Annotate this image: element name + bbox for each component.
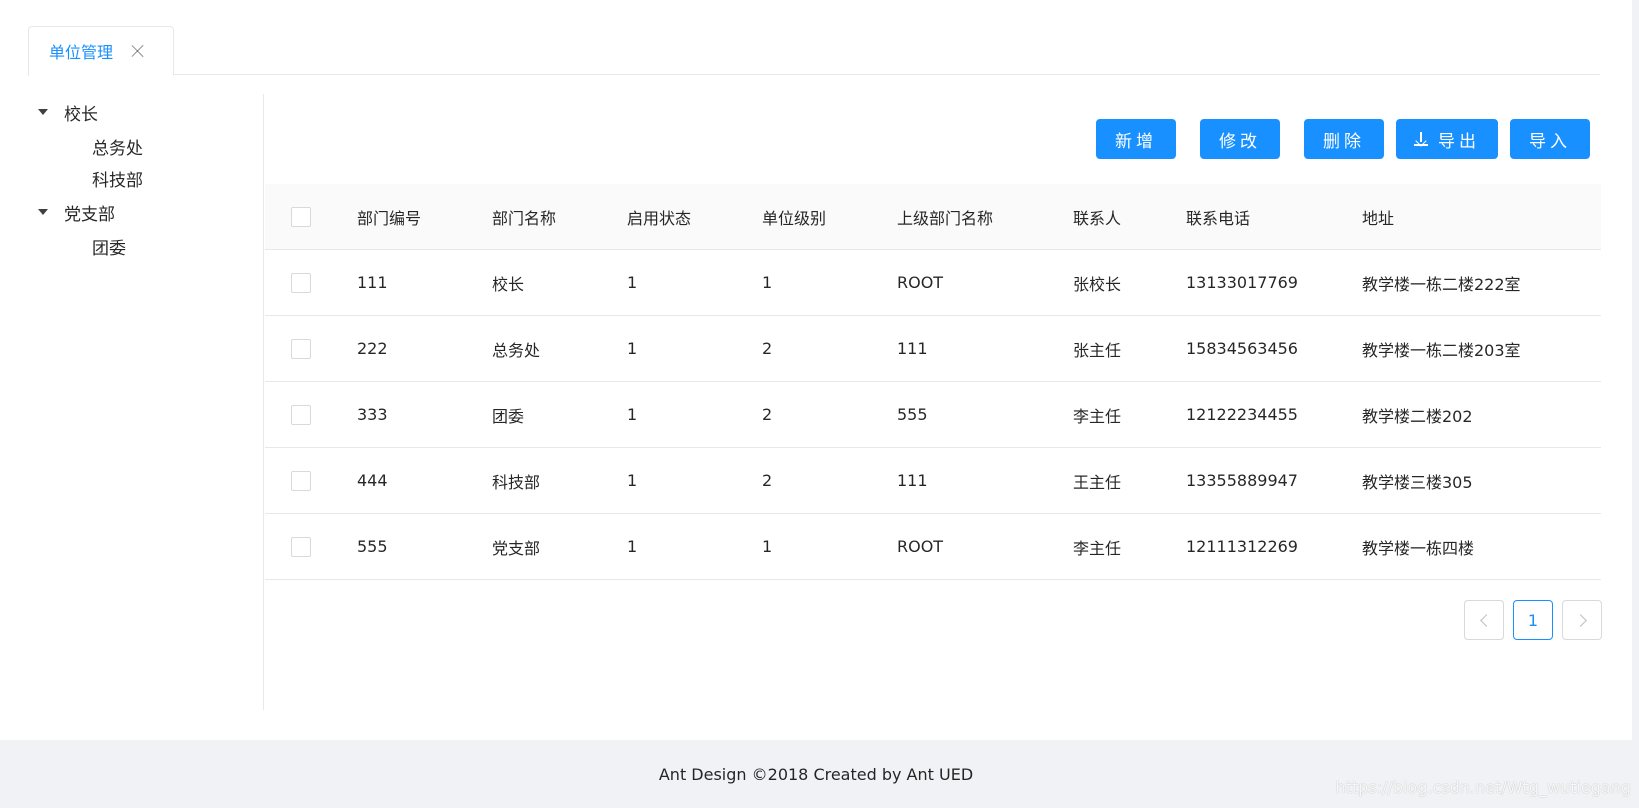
tree-node-tech-dept[interactable]: 科技部 bbox=[92, 164, 143, 192]
table-cell: 党支部 bbox=[492, 538, 541, 558]
column-header[interactable]: 联系人 bbox=[1073, 184, 1121, 249]
column-header[interactable]: 单位级别 bbox=[762, 184, 826, 249]
table-cell: 1 bbox=[627, 273, 638, 292]
table-cell: 王主任 bbox=[1073, 472, 1122, 492]
table-cell: 111 bbox=[897, 339, 928, 358]
table-cell: 15834563456 bbox=[1186, 339, 1298, 358]
row-checkbox[interactable] bbox=[291, 404, 311, 425]
table-cell: 555 bbox=[357, 537, 388, 556]
delete-button[interactable]: 删除 bbox=[1304, 119, 1384, 159]
tree-node-general-affairs[interactable]: 总务处 bbox=[92, 132, 143, 160]
tree-node-label: 团委 bbox=[92, 238, 126, 259]
add-button[interactable]: 新增 bbox=[1096, 119, 1176, 159]
table-cell: 333 bbox=[357, 405, 388, 424]
table-cell: 222 bbox=[357, 339, 388, 358]
table-cell: 李主任 bbox=[1073, 406, 1122, 426]
edit-button[interactable]: 修改 bbox=[1200, 119, 1280, 159]
table-cell: 1 bbox=[627, 471, 638, 490]
tab-bar: 单位管理 bbox=[28, 26, 1600, 76]
import-button[interactable]: 导入 bbox=[1510, 119, 1590, 159]
watermark: https://blog.csdn.net/Wtg_wutiegang bbox=[1335, 778, 1631, 797]
row-checkbox[interactable] bbox=[291, 272, 311, 293]
table-cell: ROOT bbox=[897, 273, 944, 292]
column-header[interactable]: 联系电话 bbox=[1186, 184, 1250, 249]
table-cell: 1 bbox=[627, 339, 638, 358]
column-header[interactable]: 地址 bbox=[1362, 184, 1394, 249]
tree-node-youth-league[interactable]: 团委 bbox=[92, 232, 126, 260]
caret-down-icon[interactable] bbox=[38, 109, 48, 115]
table-cell: 13133017769 bbox=[1186, 273, 1298, 292]
tree-node-principal[interactable]: 校长 bbox=[38, 98, 98, 126]
table-row[interactable]: 444 科技部 1 2 111 王主任 13355889947 教学楼三楼305 bbox=[265, 448, 1601, 514]
tree-node-label: 科技部 bbox=[92, 170, 143, 191]
table-cell: 1 bbox=[627, 537, 638, 556]
tree-node-label: 党支部 bbox=[64, 204, 115, 225]
column-header[interactable]: 上级部门名称 bbox=[897, 184, 993, 249]
table-cell: 1 bbox=[762, 273, 773, 292]
table-cell: 教学楼三楼305 bbox=[1362, 472, 1473, 492]
tab-unit-management[interactable]: 单位管理 bbox=[28, 26, 174, 76]
column-header[interactable]: 部门名称 bbox=[492, 184, 556, 249]
pagination-prev-button[interactable] bbox=[1464, 600, 1504, 640]
row-checkbox[interactable] bbox=[291, 470, 311, 491]
table-header: 部门编号 部门名称 启用状态 单位级别 上级部门名称 联系人 联系电话 地址 bbox=[265, 184, 1601, 250]
table-cell: ROOT bbox=[897, 537, 944, 556]
table-cell: 团委 bbox=[492, 406, 525, 426]
download-icon bbox=[1414, 132, 1428, 147]
table-cell: 教学楼二楼202 bbox=[1362, 406, 1473, 426]
table-cell: 555 bbox=[897, 405, 928, 424]
row-checkbox[interactable] bbox=[291, 338, 311, 359]
department-table: 部门编号 部门名称 启用状态 单位级别 上级部门名称 联系人 联系电话 地址 1… bbox=[265, 184, 1601, 580]
tree-node-party-branch[interactable]: 党支部 bbox=[38, 198, 115, 226]
tab-label: 单位管理 bbox=[49, 43, 114, 62]
table-cell: 2 bbox=[762, 405, 773, 424]
column-header[interactable]: 部门编号 bbox=[357, 184, 421, 249]
footer: Ant Design ©2018 Created by Ant UED bbox=[0, 740, 1632, 808]
table-cell: 张校长 bbox=[1073, 274, 1122, 294]
table-cell: 科技部 bbox=[492, 472, 541, 492]
table-cell: 教学楼一栋二楼222室 bbox=[1362, 274, 1521, 294]
pagination-next-button[interactable] bbox=[1562, 600, 1602, 640]
export-button[interactable]: 导出 bbox=[1396, 119, 1498, 159]
table-cell: 教学楼一栋四楼 bbox=[1362, 538, 1475, 558]
table-cell: 111 bbox=[357, 273, 388, 292]
table-cell: 教学楼一栋二楼203室 bbox=[1362, 340, 1521, 360]
table-row[interactable]: 555 党支部 1 1 ROOT 李主任 12111312269 教学楼一栋四楼 bbox=[265, 514, 1601, 580]
table-cell: 张主任 bbox=[1073, 340, 1122, 360]
page: 单位管理 校长 总务处 科技部 党支部 团委 新增 修改 删除 导出 导入 部门… bbox=[0, 0, 1632, 740]
table-cell: 1 bbox=[627, 405, 638, 424]
close-icon[interactable] bbox=[131, 44, 145, 58]
table-row[interactable]: 111 校长 1 1 ROOT 张校长 13133017769 教学楼一栋二楼2… bbox=[265, 250, 1601, 316]
footer-text: Ant Design ©2018 Created by Ant UED bbox=[658, 764, 974, 784]
table-row[interactable]: 222 总务处 1 2 111 张主任 15834563456 教学楼一栋二楼2… bbox=[265, 316, 1601, 382]
table-cell: 校长 bbox=[492, 274, 525, 294]
table-cell: 13355889947 bbox=[1186, 471, 1298, 490]
department-tree: 校长 总务处 科技部 党支部 团委 bbox=[0, 94, 264, 710]
table-cell: 总务处 bbox=[492, 340, 541, 360]
tree-node-label: 总务处 bbox=[92, 138, 143, 159]
table-cell: 444 bbox=[357, 471, 388, 490]
row-checkbox[interactable] bbox=[291, 536, 311, 557]
table-cell: 12122234455 bbox=[1186, 405, 1298, 424]
table-cell: 2 bbox=[762, 339, 773, 358]
chevron-left-icon bbox=[1479, 613, 1493, 627]
table-cell: 2 bbox=[762, 471, 773, 490]
column-header[interactable]: 启用状态 bbox=[627, 184, 691, 249]
pagination-page-button[interactable]: 1 bbox=[1513, 600, 1553, 640]
table-cell: 111 bbox=[897, 471, 928, 490]
tree-node-label: 校长 bbox=[64, 104, 98, 125]
table-cell: 1 bbox=[762, 537, 773, 556]
scroll-gutter bbox=[1632, 0, 1639, 808]
caret-down-icon[interactable] bbox=[38, 209, 48, 215]
table-row[interactable]: 333 团委 1 2 555 李主任 12122234455 教学楼二楼202 bbox=[265, 382, 1601, 448]
table-cell: 12111312269 bbox=[1186, 537, 1298, 556]
select-all-checkbox[interactable] bbox=[291, 206, 311, 227]
chevron-right-icon bbox=[1573, 613, 1587, 627]
table-cell: 李主任 bbox=[1073, 538, 1122, 558]
